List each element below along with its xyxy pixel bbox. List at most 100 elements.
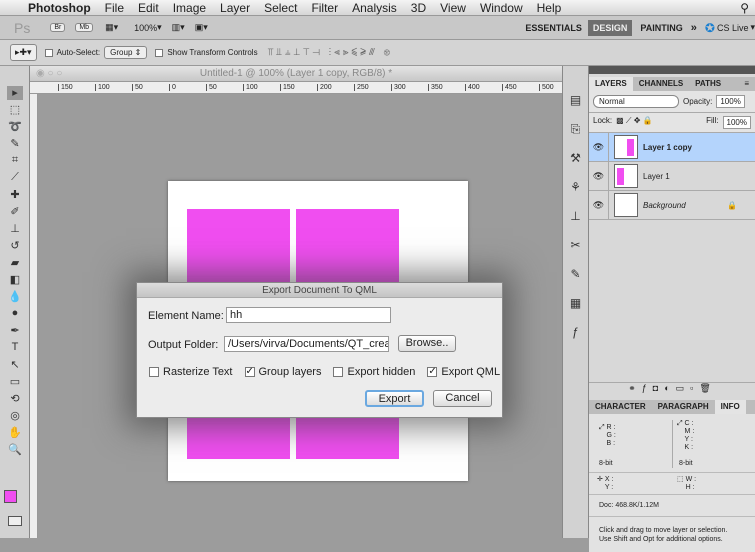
show-transform-checkbox[interactable] bbox=[155, 48, 164, 57]
fx-icon[interactable]: ƒ bbox=[568, 318, 583, 347]
group-layers-checkbox[interactable]: ✓ Group layers bbox=[244, 366, 321, 378]
tab-character[interactable]: CHARACTER bbox=[589, 400, 652, 414]
menu-edit[interactable]: Edit bbox=[138, 1, 159, 15]
brush-tool-icon[interactable]: ✐ bbox=[7, 205, 23, 219]
rasterize-text-checkbox[interactable]: Rasterize Text bbox=[149, 366, 233, 378]
menu-analysis[interactable]: Analysis bbox=[352, 1, 397, 15]
history-brush-icon[interactable]: ↺ bbox=[7, 239, 23, 253]
path-select-tool-icon[interactable]: ↖ bbox=[7, 358, 23, 372]
tab-layers[interactable]: LAYERS bbox=[589, 77, 633, 91]
pen-tool-icon[interactable]: ✒ bbox=[7, 324, 23, 338]
visibility-eye-icon[interactable]: 👁 bbox=[589, 191, 609, 219]
eraser-tool-icon[interactable]: ▰ bbox=[7, 256, 23, 270]
blur-tool-icon[interactable]: 💧 bbox=[7, 290, 23, 304]
tools-presets-icon[interactable]: ✂ bbox=[568, 231, 583, 260]
mini-bridge-button[interactable]: Mb bbox=[75, 23, 94, 32]
tab-paragraph[interactable]: PARAGRAPH bbox=[652, 400, 715, 414]
hand-tool-icon[interactable]: ✋ bbox=[7, 426, 23, 440]
pink-rectangle bbox=[187, 418, 290, 459]
move-tool-icon[interactable]: ▸ bbox=[7, 86, 23, 100]
tab-channels[interactable]: CHANNELS bbox=[633, 77, 689, 91]
3d-rotate-tool-icon[interactable]: ⟲ bbox=[7, 392, 23, 406]
output-folder-label: Output Folder: bbox=[148, 339, 219, 351]
ruler-tick: 250 bbox=[354, 84, 369, 91]
output-folder-input[interactable]: /Users/virva/Documents/QT_crea bbox=[224, 336, 389, 352]
zoom-level-dropdown[interactable]: 100% bbox=[134, 23, 157, 33]
gradient-tool-icon[interactable]: ◧ bbox=[7, 273, 23, 287]
layer-row[interactable]: 👁 Layer 1 bbox=[589, 162, 755, 191]
healing-tool-icon[interactable]: ✚ bbox=[7, 188, 23, 202]
marquee-tool-icon[interactable]: ⬚ bbox=[7, 103, 23, 117]
swatches-icon[interactable]: ▦ bbox=[568, 289, 583, 318]
menu-window[interactable]: Window bbox=[480, 1, 523, 15]
cs-live-button[interactable]: CS Live bbox=[715, 23, 751, 33]
crop-tool-icon[interactable]: ⌗ bbox=[7, 154, 23, 168]
more-workspaces-button[interactable]: » bbox=[691, 22, 705, 34]
ruler-tick: 100 bbox=[95, 84, 110, 91]
lock-icons[interactable]: ▩ ⟋ ✥ 🔒 bbox=[616, 116, 653, 129]
zoom-tool-icon[interactable]: 🔍 bbox=[7, 443, 23, 457]
actions-icon[interactable]: ✎ bbox=[568, 260, 583, 289]
type-tool-icon[interactable]: T bbox=[7, 341, 23, 355]
workspace-painting[interactable]: PAINTING bbox=[632, 23, 690, 33]
quick-mask-icon[interactable] bbox=[8, 516, 22, 526]
export-options: Rasterize Text ✓ Group layers Export hidd… bbox=[149, 366, 500, 378]
foreground-color-swatch[interactable] bbox=[4, 490, 17, 503]
eyedropper-tool-icon[interactable]: ⟋ bbox=[7, 171, 23, 185]
align-icons[interactable]: ⫪⫫⫨⊥⊤⊣ ⫶⫷⫸⫹⫺⫻ ⊛ bbox=[268, 47, 394, 58]
move-tool-preset-icon[interactable]: ▸✚▾ bbox=[10, 44, 37, 61]
auto-select-checkbox[interactable] bbox=[44, 48, 53, 57]
browse-button[interactable]: Browse.. bbox=[398, 335, 456, 352]
3d-orbit-tool-icon[interactable]: ◎ bbox=[7, 409, 23, 423]
visibility-eye-icon[interactable]: 👁 bbox=[589, 162, 609, 190]
auto-select-dropdown[interactable]: Group ⇕ bbox=[104, 46, 148, 59]
cancel-button[interactable]: Cancel bbox=[433, 390, 492, 407]
workspace-design[interactable]: DESIGN bbox=[587, 19, 633, 36]
menu-3d[interactable]: 3D bbox=[411, 1, 426, 15]
pink-rectangle bbox=[187, 209, 290, 282]
bridge-button[interactable]: Br bbox=[50, 23, 66, 32]
stamp-tool-icon[interactable]: ⊥ bbox=[7, 222, 23, 236]
workspace-essentials[interactable]: ESSENTIALS bbox=[519, 23, 588, 33]
menu-filter[interactable]: Filter bbox=[311, 1, 338, 15]
shape-tool-icon[interactable]: ▭ bbox=[7, 375, 23, 389]
visibility-eye-icon[interactable]: 👁 bbox=[589, 133, 609, 161]
spotlight-search-icon[interactable]: ⚲ bbox=[740, 1, 749, 15]
fill-input[interactable]: 100% bbox=[722, 116, 751, 129]
menu-help[interactable]: Help bbox=[537, 1, 562, 15]
pink-rectangle bbox=[296, 209, 399, 282]
history-icon[interactable]: ⎘ bbox=[568, 115, 583, 144]
export-qml-checkbox[interactable]: ✓ Export QML bbox=[427, 366, 500, 378]
hint-line-1: Click and drag to move layer or selectio… bbox=[599, 527, 728, 534]
mini-bridge-icon[interactable]: ▤ bbox=[568, 86, 583, 115]
tab-paths[interactable]: PATHS bbox=[689, 77, 727, 91]
quick-select-tool-icon[interactable]: ✎ bbox=[7, 137, 23, 151]
menu-file[interactable]: File bbox=[105, 1, 124, 15]
arrange-documents-icon[interactable]: ▥▾ bbox=[172, 22, 185, 33]
export-hidden-checkbox[interactable]: Export hidden bbox=[333, 366, 415, 378]
panel-menu-icon[interactable]: ≡ bbox=[738, 77, 755, 91]
show-transform-label: Show Transform Controls bbox=[167, 48, 258, 57]
menu-select[interactable]: Select bbox=[264, 1, 297, 15]
brush-presets-icon[interactable]: ⚒ bbox=[568, 144, 583, 173]
tab-info[interactable]: INFO bbox=[714, 400, 746, 414]
lasso-tool-icon[interactable]: ➰ bbox=[7, 120, 23, 134]
element-name-input[interactable]: hh bbox=[226, 307, 391, 323]
stamp-icon[interactable]: ⊥ bbox=[568, 202, 583, 231]
layer-row[interactable]: 👁 Background 🔒 bbox=[589, 191, 755, 220]
export-button[interactable]: Export bbox=[365, 390, 424, 407]
opacity-input[interactable]: 100% bbox=[716, 95, 745, 108]
menu-image[interactable]: Image bbox=[173, 1, 206, 15]
blend-mode-dropdown[interactable]: Normal bbox=[593, 95, 679, 108]
screen-mode-icon[interactable]: ▣▾ bbox=[195, 22, 208, 33]
view-extras-icon[interactable]: ▦▾ bbox=[105, 22, 118, 33]
app-menu[interactable]: Photoshop bbox=[28, 1, 91, 15]
menu-view[interactable]: View bbox=[440, 1, 466, 15]
clone-source-icon[interactable]: ⚘ bbox=[568, 173, 583, 202]
layer-row[interactable]: 👁 Layer 1 copy bbox=[589, 133, 755, 162]
menu-layer[interactable]: Layer bbox=[220, 1, 250, 15]
window-controls-icon[interactable]: ◉ ○ ○ bbox=[36, 66, 62, 82]
layer-name: Background bbox=[643, 200, 686, 210]
dodge-tool-icon[interactable]: ● bbox=[7, 307, 23, 321]
layers-footer-icons[interactable]: ⚭ƒ◘◐▭▫🗑 bbox=[589, 382, 755, 396]
